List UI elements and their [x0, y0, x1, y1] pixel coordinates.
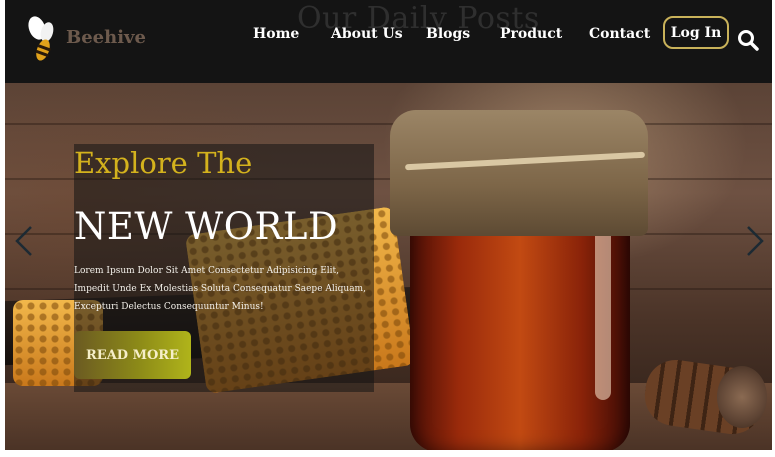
logo-text[interactable]: Beehive [66, 27, 146, 48]
login-button[interactable]: Log In [663, 16, 729, 49]
nav-about-us[interactable]: About Us [331, 26, 403, 44]
nav-blogs[interactable]: Blogs [426, 26, 470, 44]
search-icon[interactable] [737, 29, 759, 51]
nav-contact[interactable]: Contact [589, 26, 650, 44]
page-frame: Our Daily Posts Beehive Home About Us Bl… [5, 0, 772, 450]
nav-home[interactable]: Home [253, 26, 299, 44]
nav-product[interactable]: Product [500, 26, 562, 44]
jar-paper-lid [390, 110, 648, 236]
hero-kicker: Explore The [74, 146, 253, 180]
chevron-left-icon[interactable] [13, 224, 35, 258]
hero-headline: NEW WORLD [74, 205, 339, 248]
hero-description: Lorem Ipsum Dolor Sit Amet Consectetur A… [74, 266, 366, 312]
chevron-right-icon[interactable] [744, 224, 766, 258]
honey-dipper-end [717, 366, 767, 428]
bee-logo-icon [28, 16, 54, 61]
wood-plank-line [5, 123, 772, 125]
read-more-button[interactable]: READ MORE [74, 331, 191, 379]
